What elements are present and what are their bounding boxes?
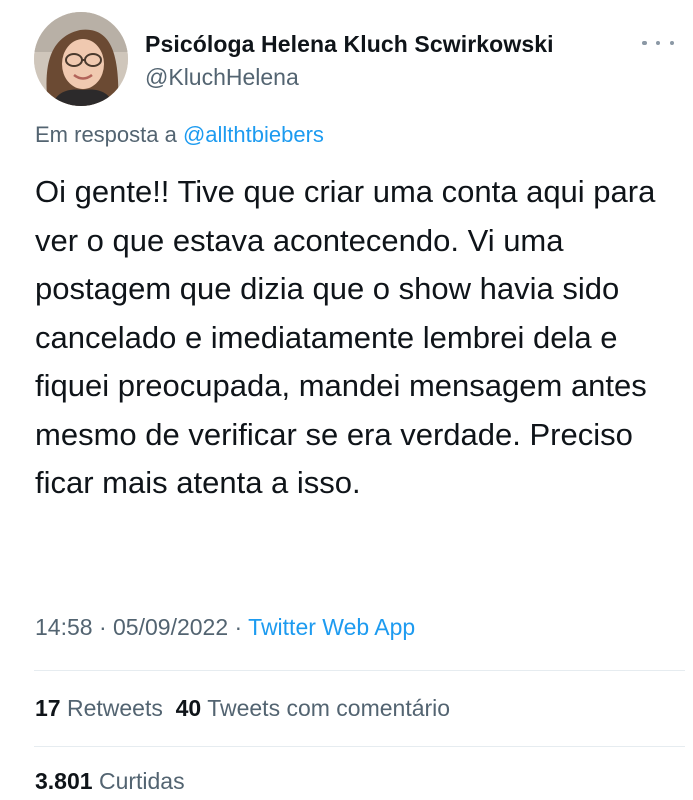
tweet-meta: 14:58 · 05/09/2022 · Twitter Web App <box>35 614 415 641</box>
reply-context: Em resposta a @allthtbiebers <box>35 122 324 148</box>
avatar[interactable] <box>34 12 128 106</box>
more-horizontal-icon[interactable] <box>642 34 674 52</box>
reply-mention-link[interactable]: @allthtbiebers <box>183 122 324 147</box>
retweets-label: Retweets <box>60 695 163 721</box>
quote-tweets-stat[interactable]: 40 Tweets com comentário <box>176 695 450 721</box>
author-handle[interactable]: @KluchHelena <box>145 64 299 91</box>
more-dot <box>655 40 661 46</box>
retweets-stat[interactable]: 17 Retweets <box>35 695 163 721</box>
likes-label: Curtidas <box>92 768 185 794</box>
more-dot <box>642 40 647 46</box>
meta-separator: · <box>228 614 249 640</box>
divider <box>34 746 685 747</box>
tweet-date[interactable]: 05/09/2022 <box>113 614 228 640</box>
meta-separator: · <box>92 614 114 640</box>
retweets-count: 17 <box>35 695 61 721</box>
avatar-photo <box>34 12 128 106</box>
tweet-time[interactable]: 14:58 <box>35 614 93 640</box>
divider <box>34 670 685 671</box>
tweet-header: Psicóloga Helena Kluch Scwirkowski @Kluc… <box>34 12 674 107</box>
tweet: Psicóloga Helena Kluch Scwirkowski @Kluc… <box>0 0 693 800</box>
quotes-count: 40 <box>175 695 202 721</box>
more-dot <box>669 40 674 46</box>
tweet-source-link[interactable]: Twitter Web App <box>248 614 415 640</box>
tweet-text: Oi gente!! Tive que criar uma conta aqui… <box>35 174 656 500</box>
likes-count: 3.801 <box>35 768 93 794</box>
author-display-name[interactable]: Psicóloga Helena Kluch Scwirkowski <box>145 31 554 58</box>
likes-stat[interactable]: 3.801 Curtidas <box>35 768 185 794</box>
reply-prefix: Em resposta a <box>35 122 183 147</box>
likes-stats: 3.801 Curtidas <box>35 768 185 795</box>
engagement-stats: 17 Retweets 40 Tweets com comentário <box>35 695 450 722</box>
quotes-label: Tweets com comentário <box>201 695 451 721</box>
